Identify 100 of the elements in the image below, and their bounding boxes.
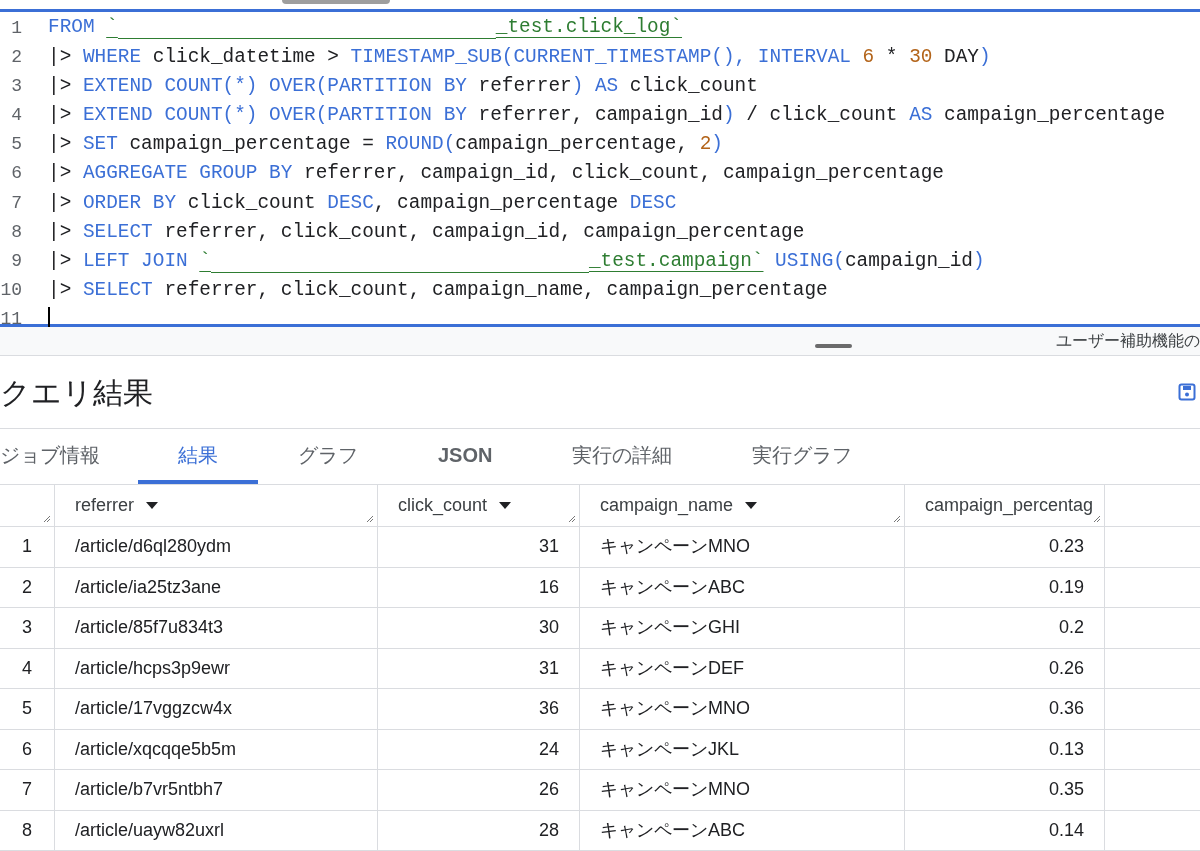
line-number: 8 [10, 220, 22, 244]
sort-caret-icon[interactable] [499, 502, 512, 509]
code-token: ROUND( [385, 132, 456, 158]
table-cell: 26 [378, 770, 580, 810]
code-token: AS [909, 103, 934, 128]
save-icon[interactable] [1178, 383, 1196, 402]
line-number: 5 [10, 133, 22, 157]
table-cell: /article/85f7u834t3 [55, 608, 378, 648]
column-header[interactable]: referrer [55, 485, 378, 526]
table-cell: /article/ia25tz3ane [55, 567, 378, 607]
table-cell: 0.14 [905, 810, 1105, 850]
code-token: 30 [909, 44, 933, 70]
table-cell: 16 [378, 567, 580, 607]
code-token: click_count [629, 73, 758, 99]
column-header[interactable]: click_count [378, 485, 580, 526]
line-number: 7 [10, 191, 22, 215]
line-number: 4 [10, 104, 22, 128]
table-cell: キャンペーンJKL [580, 729, 905, 769]
resize-bar[interactable]: ユーザー補助機能の [0, 327, 1200, 356]
table-cell: 0.36 [905, 689, 1105, 729]
table-cell: キャンペーンDEF [580, 648, 905, 688]
row-number: 7 [0, 770, 55, 810]
results-tab[interactable]: 実行の詳細 [532, 429, 713, 484]
code-token: |> [48, 190, 73, 216]
table-cell: /article/xqcqqe5b5m [55, 729, 378, 769]
line-number: 2 [10, 45, 22, 69]
code-token: EXTEND COUNT(*) OVER(PARTITION BY [82, 103, 468, 128]
code-token: campaign_id [844, 248, 973, 274]
results-tab[interactable]: グラフ [258, 429, 398, 484]
code-token: DESC [629, 190, 677, 216]
code-token: ) [711, 132, 723, 158]
code-token: referrer [478, 73, 572, 99]
code-token: referrer, click_count, campaign_id, campaign_percentage [164, 219, 805, 245]
code-token: |> [48, 132, 73, 158]
code-token: 6 [862, 44, 875, 70]
code-token: FROM [48, 15, 96, 41]
row-number: 4 [0, 648, 55, 688]
table-cell: /article/b7vr5ntbh7 [55, 770, 378, 810]
code-token: |> [48, 103, 73, 128]
results-tab[interactable]: 実行グラフ [712, 429, 893, 484]
code-token: LEFT JOIN [82, 248, 189, 274]
table-cell: 36 [378, 689, 580, 729]
table-cell: /article/hcps3p9ewr [55, 648, 378, 688]
table-cell: キャンペーンMNO [580, 689, 905, 729]
line-number: 9 [10, 250, 22, 273]
code-token: SELECT [82, 278, 154, 304]
table-cell: /article/uayw82uxrl [55, 810, 378, 850]
table-cell: 30 [378, 608, 580, 648]
code-token: ` [199, 248, 211, 274]
table-cell: 0.2 [905, 608, 1105, 648]
code-token: |> [48, 219, 73, 245]
code-token: AGGREGATE GROUP BY [82, 161, 294, 187]
results-tab[interactable]: JSON [398, 429, 533, 484]
code-token: ) [978, 44, 991, 70]
row-number: 5 [0, 689, 55, 729]
results-title: クエリ結果 [0, 374, 153, 411]
table-cell: 0.19 [905, 567, 1105, 607]
code-token: DESC [327, 190, 374, 216]
code-token: click_count [187, 190, 317, 216]
code-token: ) [972, 248, 985, 274]
code-token: |> [48, 161, 73, 187]
column-header[interactable]: campaign_name [580, 485, 905, 526]
table-cell: キャンペーンMNO [580, 770, 905, 810]
table-cell: 0.13 [905, 729, 1105, 769]
results-tab[interactable]: ジョブ情報 [0, 429, 138, 484]
row-number: 6 [0, 729, 55, 769]
table-cell: キャンペーンGHI [580, 608, 905, 648]
table-cell: 0.35 [905, 770, 1105, 810]
resize-grip-icon[interactable] [891, 513, 901, 523]
drag-handle-icon[interactable] [815, 344, 852, 349]
resize-grip-icon[interactable] [364, 513, 374, 523]
code-token: click_datetime > [152, 44, 340, 70]
resize-grip-icon[interactable] [566, 513, 576, 523]
code-token: ` [106, 15, 118, 41]
code-token: campaign_percentage = [129, 132, 375, 158]
code-token: WHERE [82, 44, 143, 70]
sort-caret-icon[interactable] [745, 502, 758, 509]
line-number: 1 [10, 16, 22, 40]
row-number: 2 [0, 567, 55, 607]
row-number: 3 [0, 608, 55, 648]
row-number: 8 [0, 810, 55, 850]
sort-caret-icon[interactable] [146, 502, 158, 509]
code-token: _test.click_log` [495, 15, 682, 41]
code-token: , campaign_percentage [373, 190, 620, 216]
code-token: ) AS [571, 73, 620, 99]
row-number: 1 [0, 527, 55, 567]
code-token: |> [48, 73, 73, 99]
code-token: |> [48, 278, 73, 304]
resize-grip-icon[interactable] [1091, 513, 1101, 523]
code-token: TIMESTAMP_SUB(CURRENT_TIMESTAMP(), INTERVAL [350, 44, 852, 70]
code-token: referrer, campaign_id [478, 103, 723, 128]
code-token: ) [722, 103, 735, 128]
table-cell: 24 [378, 729, 580, 769]
code-token: * [884, 44, 899, 70]
code-token: _test.campaign` [588, 248, 764, 274]
table-cell: 31 [378, 527, 580, 567]
code-token: referrer, campaign_id, click_count, campaign_percentage [304, 161, 944, 187]
column-header[interactable]: campaign_percentag [905, 485, 1105, 526]
code-token: DAY [943, 44, 979, 70]
resize-grip-icon[interactable] [41, 513, 51, 523]
